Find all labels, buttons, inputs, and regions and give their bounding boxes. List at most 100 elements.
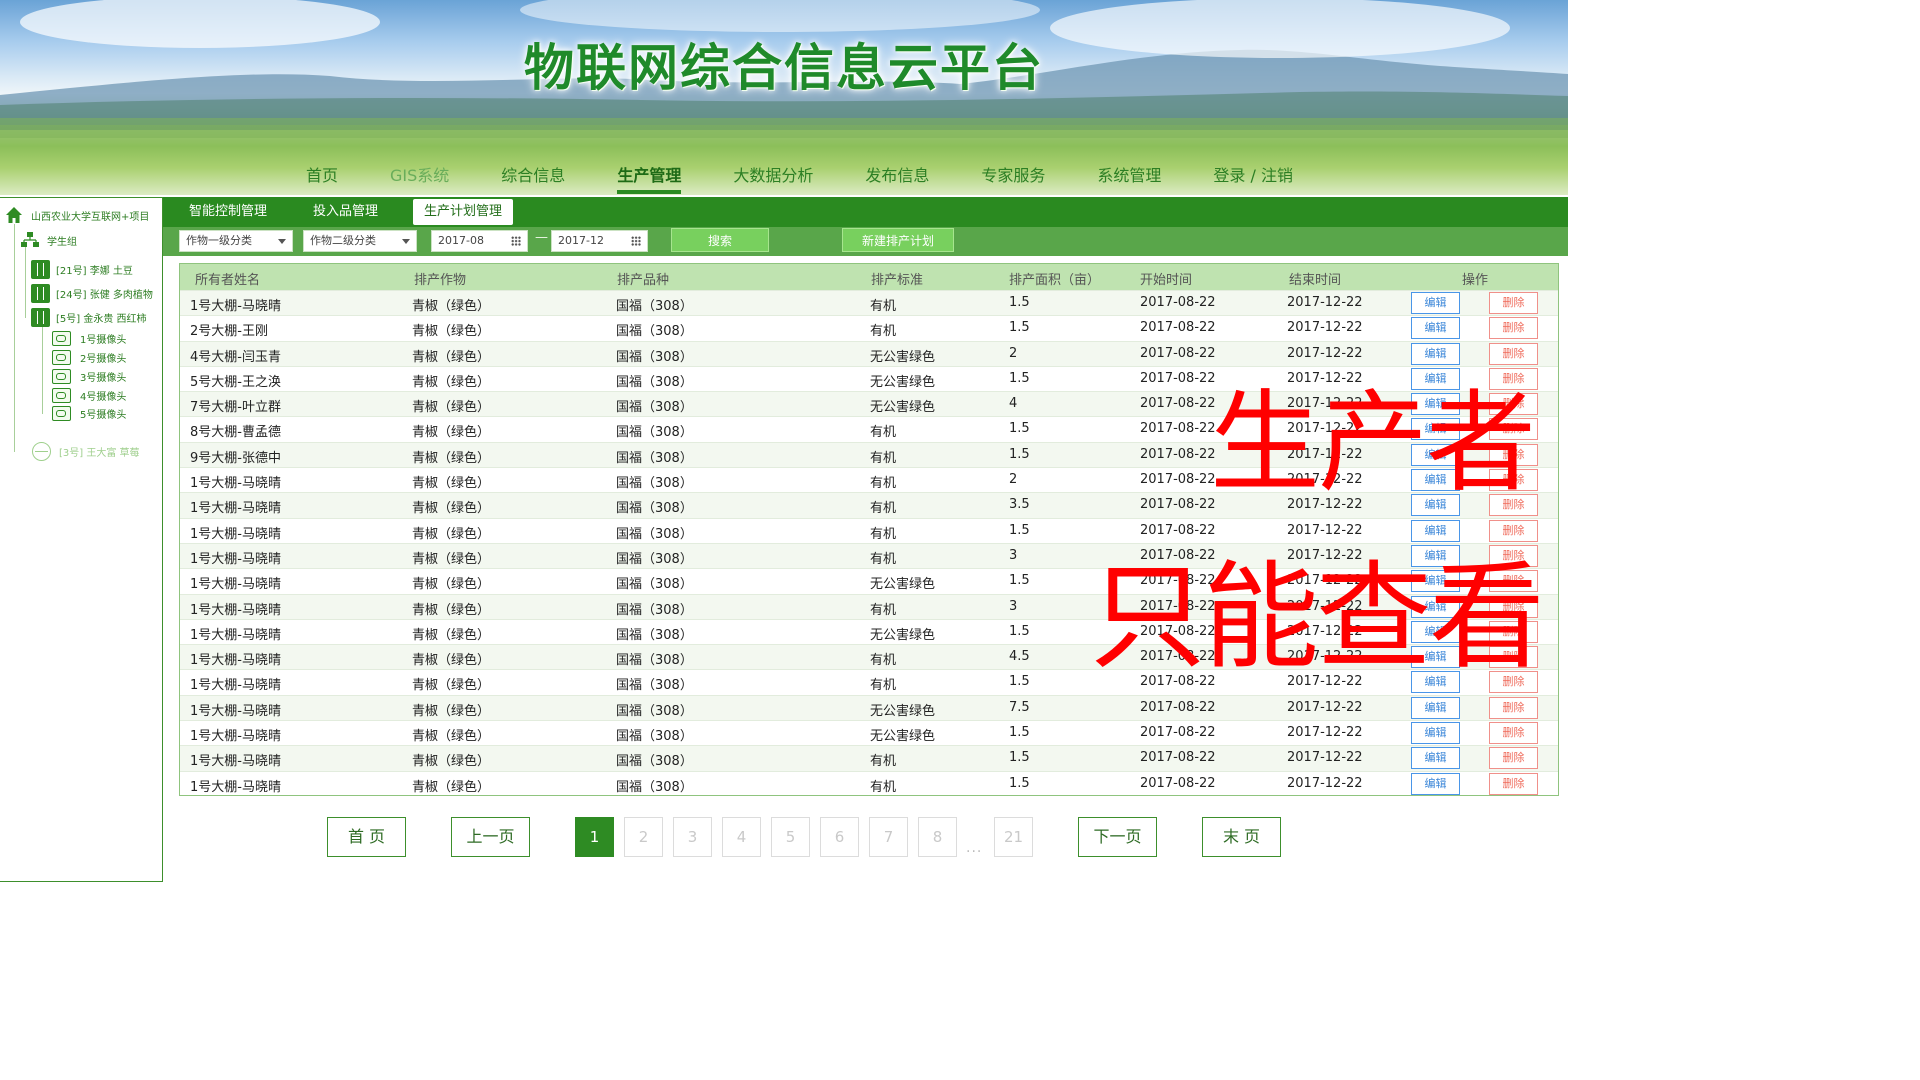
tree-item-21[interactable]: [21号] 李娜 土豆 [31, 260, 133, 279]
page-4[interactable]: 4 [722, 817, 761, 857]
edit-button[interactable]: 编辑 [1411, 671, 1460, 694]
page-1[interactable]: 1 [575, 817, 614, 857]
tree-camera-2[interactable]: 2号摄像头 [52, 350, 126, 365]
date-from-field[interactable]: 2017-08 [431, 230, 528, 252]
nav-production[interactable]: 生产管理 [591, 163, 707, 195]
cell-variety: 国福（308） [616, 501, 693, 517]
edit-button[interactable]: 编辑 [1411, 317, 1460, 340]
cell-crop: 青椒（绿色） [412, 653, 491, 669]
crop-level2-select[interactable]: 作物二级分类 [303, 230, 417, 252]
tree-camera-label: 2号摄像头 [80, 354, 127, 365]
edit-button[interactable]: 编辑 [1411, 696, 1460, 719]
cell-standard: 有机 [870, 551, 897, 567]
delete-button[interactable]: 删除 [1489, 595, 1538, 618]
page-5[interactable]: 5 [771, 817, 810, 857]
delete-button[interactable]: 删除 [1489, 722, 1538, 745]
tab-production-plan[interactable]: 生产计划管理 [413, 199, 514, 225]
delete-button[interactable]: 删除 [1489, 393, 1538, 416]
edit-button[interactable]: 编辑 [1411, 367, 1460, 390]
edit-button[interactable]: 编辑 [1411, 342, 1460, 365]
tree-item-24[interactable]: [24号] 张健 多肉植物 [31, 284, 153, 303]
tree-camera-label: 3号摄像头 [80, 373, 127, 384]
cell-area: 1.5 [1009, 775, 1030, 791]
cell-end: 2017-12-22 [1287, 320, 1363, 336]
cell-standard: 有机 [870, 602, 897, 618]
delete-button[interactable]: 删除 [1489, 367, 1538, 390]
edit-button[interactable]: 编辑 [1411, 646, 1460, 669]
prev-page-button[interactable]: 上一页 [451, 817, 530, 857]
tree-root[interactable]: 山西农业大学互联网+项目 [5, 206, 149, 224]
delete-button[interactable]: 删除 [1489, 494, 1538, 517]
table-row: 8号大棚-曹孟德 青椒（绿色） 国福（308） 有机 1.5 2017-08-22 2017… [180, 416, 1558, 441]
delete-button[interactable]: 删除 [1489, 696, 1538, 719]
tree-camera-1[interactable]: 1号摄像头 [52, 331, 126, 346]
page-3[interactable]: 3 [673, 817, 712, 857]
edit-button[interactable]: 编辑 [1411, 469, 1460, 492]
tree-camera-5[interactable]: 5号摄像头 [52, 406, 126, 421]
edit-button[interactable]: 编辑 [1411, 772, 1460, 795]
nav-experts[interactable]: 专家服务 [955, 163, 1071, 195]
tree-item-3-offline[interactable]: [3号] 王大富 草莓 [32, 442, 140, 461]
page-last-number[interactable]: 21 [994, 817, 1033, 857]
delete-button[interactable]: 删除 [1489, 443, 1538, 466]
delete-button[interactable]: 删除 [1489, 570, 1538, 593]
tree-camera-4[interactable]: 4号摄像头 [52, 388, 126, 403]
delete-button[interactable]: 删除 [1489, 469, 1538, 492]
table-row: 1号大棚-马晓晴 青椒（绿色） 国福（308） 无公害绿色 1.5 2017-08-22 2… [180, 568, 1558, 593]
tab-inputs[interactable]: 投入品管理 [302, 199, 389, 225]
edit-button[interactable]: 编辑 [1411, 620, 1460, 643]
delete-button[interactable]: 删除 [1489, 292, 1538, 314]
delete-button[interactable]: 删除 [1489, 620, 1538, 643]
edit-button[interactable]: 编辑 [1411, 393, 1460, 416]
edit-button[interactable]: 编辑 [1411, 570, 1460, 593]
page-2[interactable]: 2 [624, 817, 663, 857]
first-page-button[interactable]: 首 页 [327, 817, 406, 857]
last-page-button[interactable]: 末 页 [1202, 817, 1281, 857]
delete-button[interactable]: 删除 [1489, 317, 1538, 340]
nav-login-logout[interactable]: 登录 / 注销 [1187, 163, 1319, 195]
edit-button[interactable]: 编辑 [1411, 494, 1460, 517]
page-7[interactable]: 7 [869, 817, 908, 857]
delete-button[interactable]: 删除 [1489, 418, 1538, 441]
edit-button[interactable]: 编辑 [1411, 722, 1460, 745]
cell-end: 2017-12-22 [1287, 699, 1363, 715]
edit-button[interactable]: 编辑 [1411, 418, 1460, 441]
nav-big-data[interactable]: 大数据分析 [707, 163, 839, 195]
delete-button[interactable]: 删除 [1489, 519, 1538, 542]
date-to-field[interactable]: 2017-12 [551, 230, 648, 252]
tab-smart-control[interactable]: 智能控制管理 [178, 199, 278, 225]
tree-camera-3[interactable]: 3号摄像头 [52, 369, 126, 384]
edit-button[interactable]: 编辑 [1411, 595, 1460, 618]
nav-gis[interactable]: GIS系统 [364, 163, 475, 195]
edit-button[interactable]: 编辑 [1411, 544, 1460, 567]
cell-area: 3 [1009, 598, 1018, 614]
cell-crop: 青椒（绿色） [412, 729, 491, 745]
nav-overview[interactable]: 综合信息 [475, 163, 591, 195]
nav-system[interactable]: 系统管理 [1071, 163, 1187, 195]
cell-crop: 青椒（绿色） [412, 349, 491, 365]
search-button[interactable]: 搜索 [671, 228, 769, 252]
edit-button[interactable]: 编辑 [1411, 292, 1460, 314]
cell-start: 2017-08-22 [1140, 775, 1216, 791]
crop-level1-select[interactable]: 作物一级分类 [179, 230, 293, 252]
delete-button[interactable]: 删除 [1489, 342, 1538, 365]
nav-home[interactable]: 首页 [280, 163, 364, 195]
table-row: 1号大棚-马晓晴 青椒（绿色） 国福（308） 有机 1.5 2017-08-22 2017… [180, 517, 1558, 543]
edit-button[interactable]: 编辑 [1411, 747, 1460, 770]
delete-button[interactable]: 删除 [1489, 646, 1538, 669]
tree-group[interactable]: 学生组 [20, 231, 77, 249]
nav-publish[interactable]: 发布信息 [839, 163, 955, 195]
new-plan-button[interactable]: 新建排产计划 [842, 228, 954, 252]
cell-end: 2017-12-22 [1287, 649, 1363, 665]
delete-button[interactable]: 删除 [1489, 747, 1538, 770]
page-6[interactable]: 6 [820, 817, 859, 857]
delete-button[interactable]: 删除 [1489, 671, 1538, 694]
page-8[interactable]: 8 [918, 817, 957, 857]
delete-button[interactable]: 删除 [1489, 544, 1538, 567]
tree-item-5[interactable]: [5号] 金永贵 西红柿 [31, 308, 147, 327]
edit-button[interactable]: 编辑 [1411, 519, 1460, 542]
next-page-button[interactable]: 下一页 [1078, 817, 1157, 857]
delete-button[interactable]: 删除 [1489, 772, 1538, 795]
cell-end: 2017-12-22 [1287, 446, 1363, 462]
edit-button[interactable]: 编辑 [1411, 443, 1460, 466]
